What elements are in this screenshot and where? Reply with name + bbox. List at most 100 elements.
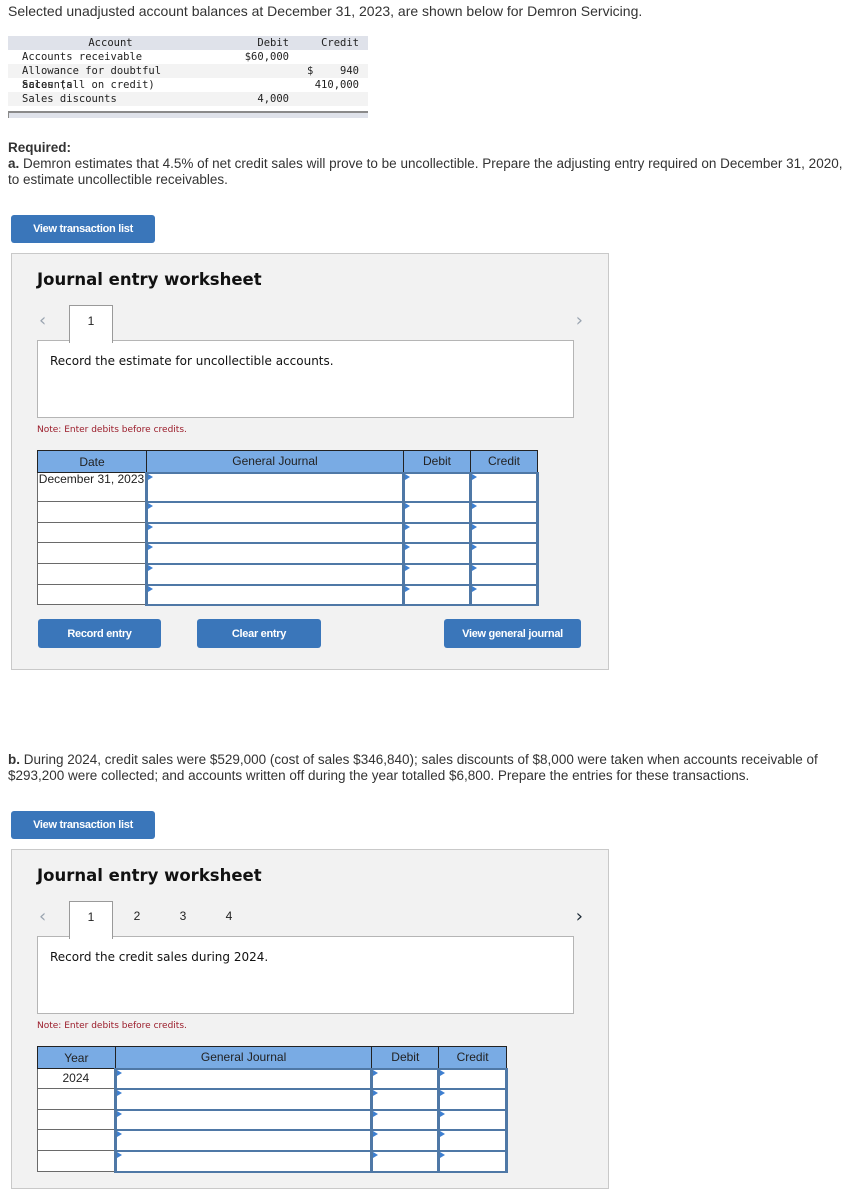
col-year: Year [37,1046,116,1069]
debit-input[interactable] [402,562,472,586]
debit-input[interactable] [402,583,472,606]
record-entry-button[interactable]: Record entry [38,619,161,648]
account-input[interactable] [113,1087,374,1111]
debit-input[interactable] [402,471,472,503]
debit-input[interactable] [370,1149,441,1173]
credit-input[interactable] [437,1087,508,1111]
balance-credit-value: 940 [340,65,359,77]
journal-worksheet-a: Journal entry worksheet ‹ 1 › Record the… [11,253,609,670]
currency-symbol: $ [307,65,314,77]
account-input[interactable] [145,583,405,606]
credit-input[interactable] [469,500,539,524]
balances-header: Account Debit Credit [8,36,368,50]
balance-credit: $940 [289,64,359,78]
year-cell [37,1150,116,1172]
intro-text: Selected unadjusted account balances at … [8,3,643,19]
part-a-body: Demron estimates that 4.5% of net credit… [8,156,843,187]
journal-header-row: Date General Journal Debit Credit [37,450,538,473]
date-cell [37,563,147,585]
worksheet-tabs: ‹ 1 2 3 4 › [37,898,583,939]
part-b-prefix: b. [8,752,20,767]
account-input[interactable] [113,1067,374,1090]
view-transaction-list-button-a[interactable]: View transaction list [11,215,155,243]
year-cell [37,1109,116,1130]
credit-input[interactable] [469,562,539,586]
col-debit: Debit [403,450,471,473]
balance-row: Accounts receivable $60,000 [8,50,368,64]
header-debit: Debit [257,37,289,49]
col-debit: Debit [371,1046,440,1069]
col-general-journal: General Journal [146,450,404,473]
year-cell [37,1129,116,1151]
account-input[interactable] [113,1108,374,1131]
tab-3[interactable]: 3 [161,901,205,938]
account-input[interactable] [113,1128,374,1152]
clear-entry-button[interactable]: Clear entry [197,619,321,648]
balance-account: Sales (all on credit) [22,79,155,91]
year-cell [37,1088,116,1110]
debit-input[interactable] [402,521,472,544]
journal-row [37,583,539,606]
account-input[interactable] [145,541,405,565]
debit-input[interactable] [402,541,472,565]
col-date: Date [37,450,147,473]
account-input[interactable] [113,1149,374,1173]
instruction-box: Record the estimate for uncollectible ac… [37,340,574,418]
note-text: Note: Enter debits before credits. [37,425,187,435]
worksheet-title: Journal entry worksheet [37,270,262,289]
required-label: Required: [8,140,72,155]
journal-row [37,1128,508,1152]
credit-input[interactable] [437,1149,508,1173]
debit-input[interactable] [370,1087,441,1111]
credit-input[interactable] [437,1128,508,1152]
debit-input[interactable] [370,1067,441,1090]
date-cell [37,542,147,564]
tab-1[interactable]: 1 [69,901,113,939]
credit-input[interactable] [469,521,539,544]
credit-input[interactable] [469,471,539,503]
tab-4[interactable]: 4 [207,901,251,938]
credit-input[interactable] [437,1108,508,1131]
debit-input[interactable] [370,1108,441,1131]
journal-row [37,1087,508,1111]
date-cell [37,522,147,543]
next-arrow-icon[interactable]: › [576,906,583,927]
account-input[interactable] [145,521,405,544]
header-credit-label: Credit [321,37,359,49]
part-a-text: a. Demron estimates that 4.5% of net cre… [8,156,853,188]
credit-input[interactable] [469,541,539,565]
account-input[interactable] [145,562,405,586]
journal-row [37,541,539,565]
view-general-journal-button[interactable]: View general journal [444,619,581,648]
note-text: Note: Enter debits before credits. [37,1021,187,1031]
tab-2[interactable]: 2 [115,901,159,938]
balance-credit-value: 410,000 [314,79,359,91]
col-credit: Credit [470,450,538,473]
instruction-box: Record the credit sales during 2024. [37,936,574,1014]
prev-arrow-icon[interactable]: ‹ [39,906,46,927]
part-a-prefix: a. [8,156,20,171]
next-arrow-icon[interactable]: › [576,310,583,331]
part-b-body: During 2024, credit sales were $529,000 … [8,752,818,783]
balance-row: Sales (all on credit) 410,000 [8,78,368,92]
col-credit: Credit [438,1046,507,1069]
balance-account: Allowance for doubtful accounts [22,65,162,91]
account-input[interactable] [145,500,405,524]
journal-header-row: Year General Journal Debit Credit [37,1046,507,1069]
credit-input[interactable] [437,1067,508,1090]
debit-input[interactable] [370,1128,441,1152]
balance-credit: 410,000 [289,78,359,92]
journal-row [37,562,539,586]
tab-1[interactable]: 1 [69,305,113,343]
balance-credit [289,92,359,106]
journal-table-a: Date General Journal Debit Credit Decemb… [37,450,539,606]
credit-input[interactable] [469,583,539,606]
view-transaction-list-button-b[interactable]: View transaction list [11,811,155,839]
balance-debit [213,64,289,78]
col-general-journal: General Journal [114,1046,373,1069]
journal-row [37,1108,508,1131]
account-input[interactable] [145,471,405,503]
debit-input[interactable] [402,500,472,524]
journal-row [37,1149,508,1173]
prev-arrow-icon[interactable]: ‹ [39,310,46,331]
